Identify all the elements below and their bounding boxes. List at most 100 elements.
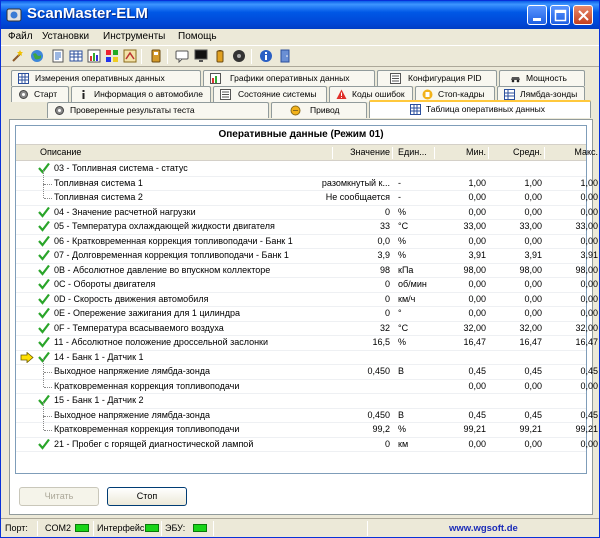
table-row-sub[interactable]: Выходное напряжение лямбда-зонда 0,450 В 0,… — [16, 401, 598, 423]
menu-help[interactable]: Помощь — [178, 31, 217, 42]
table-row-sub[interactable]: Кратковременная коррекция топливоподачи 9… — [16, 416, 598, 438]
table-row[interactable]: 11 - Абсолютное положение дроссельной за… — [16, 336, 598, 351]
row-min: 0,00 — [468, 235, 486, 246]
chat-icon[interactable] — [175, 49, 189, 63]
column-divider[interactable] — [544, 147, 545, 159]
tab-pid-config[interactable]: Конфигурация PID — [377, 70, 497, 86]
row-avg: 0,00 — [524, 438, 542, 449]
chart-icon[interactable] — [87, 49, 101, 63]
row-min: 0,00 — [468, 438, 486, 449]
status-divider — [213, 521, 214, 536]
stop-button[interactable]: Стоп — [107, 487, 187, 506]
table-row[interactable]: 0E - Опережение зажигания для 1 цилиндра… — [16, 307, 598, 322]
table-row[interactable]: 04 - Значение расчетной нагрузки 0% 0,00 0,… — [16, 206, 598, 220]
row-avg: 32,00 — [519, 322, 542, 333]
read-button[interactable]: Читать — [19, 487, 99, 506]
close-button[interactable] — [573, 5, 593, 25]
row-unit: % — [398, 206, 407, 217]
menu-file[interactable]: Файл — [8, 31, 33, 42]
filter-icon[interactable] — [149, 49, 163, 63]
row-min: 32,00 — [463, 322, 486, 333]
tab-live-measurements[interactable]: Измерения оперативных данных — [11, 70, 201, 86]
table-row-sub[interactable]: Выходное напряжение лямбда-зонда 0,450 В 0,… — [16, 358, 598, 380]
row-value: 0 — [384, 206, 390, 217]
tree-line — [43, 169, 44, 184]
table-row[interactable]: 0D - Скорость движения автомобиля 0 км/ч 0,… — [16, 293, 598, 307]
menu-settings[interactable]: Установки — [42, 31, 89, 42]
status-divider — [37, 521, 38, 536]
tab-live-data-table[interactable]: Таблица оперативных данных — [369, 100, 591, 118]
row-avg: 0,00 — [524, 206, 542, 217]
row-description: Кратковременная коррекция топливоподачи — [54, 380, 240, 391]
table-row[interactable]: 14 - Банк 1 - Датчик 1 — [16, 351, 586, 365]
grid-header: Описание Значение Един... Мин. Средн. Ма… — [16, 145, 598, 161]
maximize-button[interactable] — [550, 5, 570, 25]
row-value: 0 — [384, 279, 390, 289]
check-icon — [38, 307, 50, 319]
tab-live-graphs[interactable]: Графики оперативных данных — [203, 70, 375, 86]
table-row[interactable]: 05 - Температура охлаждающей жидкости дв… — [16, 220, 598, 235]
check-icon — [38, 264, 50, 276]
document-icon[interactable] — [51, 49, 65, 63]
row-unit: км — [398, 438, 409, 449]
live-data-grid[interactable]: Оперативные данные (Режим 01) Описание З… — [15, 125, 598, 474]
grid-icon[interactable] — [105, 49, 119, 63]
info-icon[interactable] — [259, 49, 273, 63]
port-status-led — [75, 524, 89, 532]
tab-label: Старт — [34, 89, 58, 99]
column-divider[interactable] — [392, 147, 393, 159]
menu-tools[interactable]: Инструменты — [103, 31, 165, 42]
table-row[interactable]: 06 - Кратковременная коррекция топливопо… — [16, 235, 598, 249]
row-value: 98 — [379, 264, 390, 275]
globe-icon[interactable] — [30, 49, 44, 63]
speed-icon[interactable] — [123, 49, 137, 63]
monitor-icon[interactable] — [194, 49, 208, 63]
tab-system-status[interactable]: Состояние системы — [213, 86, 327, 102]
column-header-description[interactable]: Описание — [40, 147, 81, 157]
row-value: 0,450 — [367, 366, 390, 376]
row-max: 0,00 — [580, 192, 598, 202]
column-header-avg[interactable]: Средн. — [492, 147, 542, 157]
car-icon — [511, 77, 520, 83]
table-row-sub[interactable]: Топливная система 1 разомкнутый к... - 1,00… — [16, 169, 598, 191]
table-row[interactable]: 07 - Долговременная коррекция топливопод… — [16, 249, 598, 264]
title-bar[interactable]: ScanMaster-ELM — [1, 1, 599, 29]
table-row[interactable]: 0B - Абсолютное давление во впускном кол… — [16, 264, 598, 278]
website-link[interactable]: www.wgsoft.de — [449, 523, 518, 534]
column-divider[interactable] — [488, 147, 489, 159]
table-row[interactable]: 0F - Температура всасываемого воздуха 32 °… — [16, 322, 598, 336]
table-row[interactable]: 03 - Топливная система - статус — [16, 162, 586, 177]
row-unit: % — [398, 250, 407, 260]
door-icon[interactable] — [278, 49, 292, 63]
tab-power[interactable]: Мощность — [499, 70, 585, 86]
tree-line — [43, 416, 44, 430]
column-divider[interactable] — [332, 147, 333, 159]
interface-status-led — [145, 524, 159, 532]
tab-test-results[interactable]: Проверенные результаты теста — [47, 102, 269, 118]
row-max: 0,00 — [580, 293, 598, 304]
column-header-value[interactable]: Значение — [334, 147, 390, 157]
tab-vehicle-info[interactable]: Информация о автомобиле — [71, 86, 211, 102]
column-header-min[interactable]: Мин. — [436, 147, 486, 157]
tab-start[interactable]: Старт — [11, 86, 69, 102]
column-header-max[interactable]: Макс. — [546, 147, 598, 157]
disc-icon[interactable] — [232, 49, 246, 63]
table-row[interactable]: 15 - Банк 1 - Датчик 2 — [16, 394, 586, 409]
tab-actuator[interactable]: Привод — [271, 102, 367, 118]
row-value: 3,9 — [377, 250, 390, 260]
wizard-icon[interactable] — [11, 49, 25, 63]
window-title: ScanMaster-ELM — [27, 5, 148, 22]
table-row-sub[interactable]: Кратковременная коррекция топливоподачи 0… — [16, 372, 598, 394]
tab-label: Лямбда-зонды — [520, 89, 578, 99]
table-row-sub[interactable]: Топливная система 2 Не сообщается - 0,00 0,0… — [16, 184, 598, 206]
column-header-unit[interactable]: Един... — [398, 147, 427, 157]
table-row[interactable]: 21 - Пробег с горящей диагностической ла… — [16, 438, 598, 452]
table-icon[interactable] — [69, 49, 83, 63]
minimize-button[interactable] — [527, 5, 547, 25]
row-value: 0,450 — [367, 409, 390, 420]
battery-icon[interactable] — [213, 49, 227, 63]
row-min: 16,47 — [463, 337, 486, 347]
column-divider[interactable] — [434, 147, 435, 159]
table-row[interactable]: 0C - Обороты двигателя 0 об/мин 0,00 0,00 0,0… — [16, 278, 598, 293]
table-icon — [504, 89, 515, 100]
